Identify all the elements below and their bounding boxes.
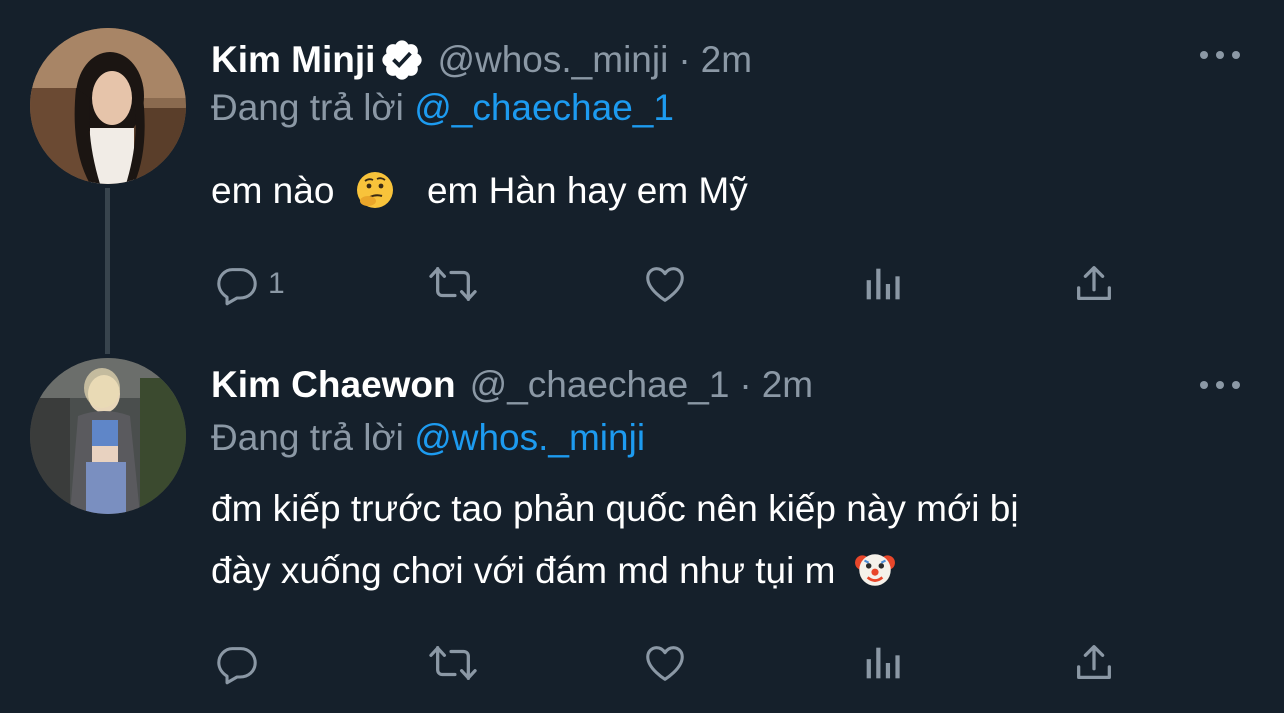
display-name[interactable]: Kim Minji — [211, 39, 375, 81]
tweet-header: Kim Minji @whos._minji · 2m — [211, 35, 752, 85]
user-handle[interactable]: @_chaechae_1 — [470, 364, 730, 406]
display-name[interactable]: Kim Chaewon — [211, 364, 456, 406]
like-icon — [646, 267, 684, 302]
replying-to-line: Đang trả lời @_chaechae_1 — [211, 87, 674, 129]
timestamp[interactable]: 2m — [762, 364, 813, 406]
replying-prefix: Đang trả lời — [211, 417, 404, 458]
share-button[interactable] — [1071, 259, 1117, 309]
tweet-text: đm kiếp trước tao phản quốc nên kiếp này… — [211, 478, 1019, 602]
analytics-icon — [866, 647, 900, 679]
share-icon — [1077, 266, 1111, 301]
like-button[interactable] — [641, 638, 689, 688]
tweet-kim-chaewon[interactable]: Kim Chaewon @_chaechae_1 · 2m Đang trả l… — [0, 345, 1284, 713]
analytics-button[interactable] — [859, 638, 905, 688]
replying-prefix: Đang trả lời — [211, 87, 404, 128]
tweet-header: Kim Chaewon @_chaechae_1 · 2m — [211, 360, 813, 410]
reply-icon — [217, 647, 257, 685]
user-handle[interactable]: @whos._minji — [437, 39, 668, 81]
avatar-kim-chaewon[interactable] — [30, 358, 186, 514]
tweet-actions: 1 — [211, 259, 1131, 309]
verified-badge-icon — [379, 37, 425, 83]
tweet-text-line: đm kiếp trước tao phản quốc nên kiếp này… — [211, 488, 1019, 529]
retweet-button[interactable] — [426, 259, 480, 309]
tweet-actions — [211, 638, 1131, 688]
analytics-button[interactable] — [859, 259, 905, 309]
reply-button[interactable] — [214, 638, 268, 688]
mention-link[interactable]: @_chaechae_1 — [414, 87, 674, 128]
retweet-icon — [429, 646, 477, 680]
tweet-text-part: em Hàn hay em Mỹ — [426, 170, 748, 211]
like-button[interactable] — [641, 259, 689, 309]
reply-count: 1 — [268, 267, 285, 300]
share-button[interactable] — [1071, 638, 1117, 688]
timestamp[interactable]: 2m — [701, 39, 752, 81]
more-options-icon[interactable] — [1200, 45, 1240, 65]
reply-icon — [217, 268, 257, 306]
more-options-icon[interactable] — [1200, 375, 1240, 395]
like-icon — [646, 646, 684, 681]
tweet-text-part: em nào — [211, 170, 335, 211]
separator-dot: · — [678, 39, 691, 80]
mention-link[interactable]: @whos._minji — [414, 417, 645, 458]
tweet-text-part: đày xuống chơi với đám md như tụi m — [211, 550, 836, 591]
retweet-icon — [429, 267, 477, 301]
clown-face-emoji — [854, 547, 895, 587]
separator-dot: · — [739, 364, 752, 405]
tweet-text: em nào em Hàn hay em Mỹ — [211, 160, 748, 222]
avatar-kim-minji[interactable] — [30, 28, 186, 184]
share-icon — [1077, 645, 1111, 680]
tweet-text-line-with-emoji: đày xuống chơi với đám md như tụi m — [211, 540, 1019, 602]
analytics-icon — [866, 268, 900, 300]
thinking-face-emoji — [355, 167, 395, 208]
reply-button[interactable]: 1 — [214, 259, 285, 309]
retweet-button[interactable] — [426, 638, 480, 688]
tweet-kim-minji[interactable]: Kim Minji @whos._minji · 2m Đang trả lời… — [0, 0, 1284, 345]
replying-to-line: Đang trả lời @whos._minji — [211, 417, 645, 459]
